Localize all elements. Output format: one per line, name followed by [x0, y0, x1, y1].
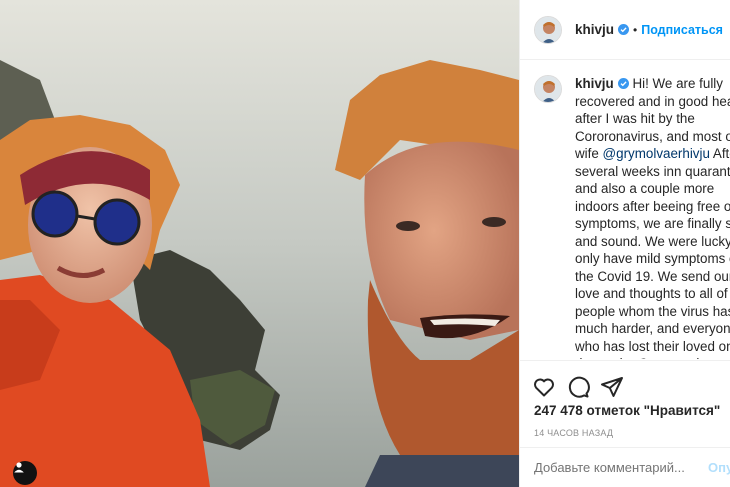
comment-icon[interactable] [566, 375, 590, 399]
selfie-image [0, 0, 519, 487]
post-sidebar: khivju • Подписаться khivju Hi! We are f… [519, 0, 730, 487]
heart-icon[interactable] [532, 375, 556, 399]
post-header: khivju • Подписаться [520, 0, 730, 60]
caption-verified-badge-icon [617, 78, 629, 89]
share-icon[interactable] [600, 375, 624, 399]
caption-text: khivju Hi! We are fully recovered and in… [575, 75, 730, 359]
post-photo[interactable] [0, 0, 519, 487]
caption-avatar[interactable] [534, 75, 562, 103]
comments-area: khivju Hi! We are fully recovered and in… [520, 61, 730, 359]
verified-badge-icon [618, 24, 630, 35]
follow-button[interactable]: Подписаться [641, 23, 723, 37]
add-comment-bar: Опубликовать [520, 447, 730, 487]
caption: khivju Hi! We are fully recovered and in… [534, 75, 730, 359]
user-tag-icon[interactable] [13, 461, 37, 485]
comment-input[interactable] [534, 460, 704, 475]
header-username[interactable]: khivju [575, 22, 614, 37]
separator-dot: • [633, 22, 638, 37]
caption-username[interactable]: khivju [575, 76, 614, 91]
avatar[interactable] [534, 15, 562, 44]
caption-body-2: After several weeks inn quarantine and a… [575, 146, 730, 359]
post-timestamp[interactable]: 14 ЧАСОВ НАЗАД [534, 428, 613, 438]
likes-count[interactable]: 247 478 отметок "Нравится" [534, 403, 720, 418]
mention-link[interactable]: @grymolvaerhivju [603, 146, 710, 161]
publish-button[interactable]: Опубликовать [708, 460, 730, 475]
